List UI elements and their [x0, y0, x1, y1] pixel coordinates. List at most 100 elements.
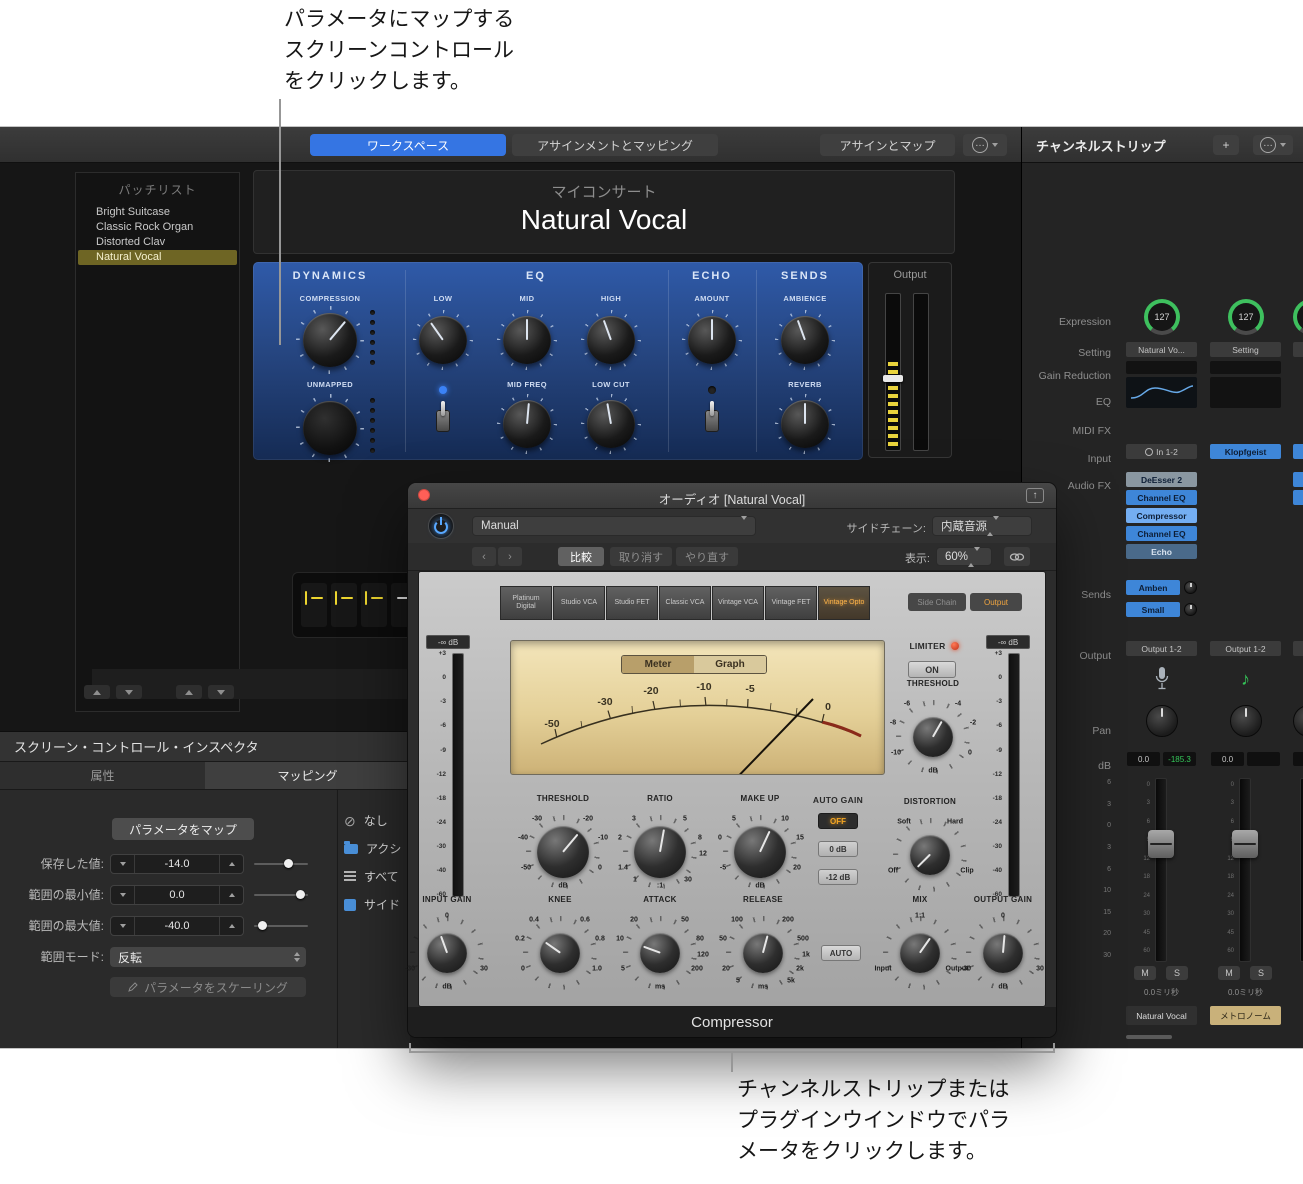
expression-knob[interactable]: 127 [1228, 299, 1264, 335]
tab-mapping[interactable]: マッピング [205, 762, 410, 790]
prev-preset-button[interactable]: ‹ [472, 547, 496, 566]
patch-up-button[interactable] [176, 685, 202, 699]
ambience-knob[interactable] [781, 316, 829, 364]
slot-partial[interactable] [1293, 472, 1303, 487]
input-slot[interactable]: In 1-2 [1126, 444, 1197, 459]
map-parameter-button[interactable]: パラメータをマップ [112, 818, 254, 840]
model-tab[interactable]: Vintage Opto [818, 586, 870, 620]
patch-list-item[interactable]: Classic Rock Organ [78, 220, 237, 235]
release-knob[interactable]: RELEASE 100 200 50 500 20 1k 2k 5 5k ms [713, 895, 813, 1003]
midi-fx-slot[interactable]: Klopfgeist [1210, 444, 1281, 459]
make-up-knob[interactable]: MAKE UP 5 10 0 15 -5 20 dB [710, 794, 810, 902]
output-view-button[interactable]: Output [970, 593, 1022, 611]
pan-knob[interactable] [1230, 705, 1262, 737]
compression-knob[interactable] [303, 313, 357, 367]
fader-cap[interactable] [1232, 830, 1258, 858]
toolbar-more-menu[interactable]: … [963, 134, 1007, 156]
stepper-up-icon[interactable] [219, 855, 243, 873]
audio-fx-slot[interactable]: Echo [1126, 544, 1197, 559]
tab-assignments-mappings[interactable]: アサインメントとマッピング [512, 134, 718, 156]
limiter-threshold-knob[interactable]: THRESHOLD -6 -4 -8 -2 -10 0 dB [883, 679, 983, 787]
model-tab[interactable]: Vintage VCA [712, 586, 764, 620]
strip-nameplate[interactable]: メトロノーム [1210, 1006, 1281, 1025]
output-slot[interactable]: Output 1-2 [1210, 641, 1281, 656]
settings-down-button[interactable] [116, 685, 142, 699]
compare-button[interactable]: 比較 [558, 547, 604, 566]
audio-fx-slot[interactable]: DeEsser 2 [1126, 472, 1197, 487]
range-min-stepper[interactable]: 0.0 [110, 885, 244, 905]
range-max-stepper[interactable]: -40.0 [110, 916, 244, 936]
preset-dropdown[interactable]: Manual [472, 516, 756, 536]
output-fader-cap[interactable] [883, 375, 903, 382]
range-max-slider-dot[interactable] [258, 921, 267, 930]
volume-value[interactable]: 0.0 [1211, 752, 1244, 766]
send-knob[interactable] [1184, 581, 1197, 594]
output-slot[interactable]: Output 1-2 [1126, 641, 1197, 656]
output-gain-knob[interactable]: OUTPUT GAIN 0 -30 30 dB [953, 895, 1053, 1003]
echo-amount-knob[interactable] [688, 316, 736, 364]
fader-track[interactable] [1239, 778, 1251, 962]
stepper-down-icon[interactable] [111, 886, 135, 904]
settings-up-button[interactable] [84, 685, 110, 699]
send-slot[interactable]: Small [1126, 602, 1180, 617]
stepper-down-icon[interactable] [111, 855, 135, 873]
channel-strip-more-menu[interactable]: … [1253, 135, 1293, 155]
stepper-down-icon[interactable] [111, 917, 135, 935]
redo-button[interactable]: やり直す [676, 547, 738, 566]
solo-button[interactable]: S [1250, 966, 1272, 980]
eq-low-knob[interactable] [419, 316, 467, 364]
next-preset-button[interactable]: › [498, 547, 522, 566]
strip-nameplate[interactable]: Natural Vocal [1126, 1006, 1197, 1025]
slot-partial[interactable] [1293, 641, 1303, 656]
range-mode-dropdown[interactable]: 反転 [110, 947, 306, 967]
model-tab[interactable]: Studio VCA [553, 586, 605, 620]
stepper-up-icon[interactable] [219, 886, 243, 904]
patch-list-item[interactable]: Natural Vocal [78, 250, 237, 265]
threshold-knob[interactable]: THRESHOLD -30 -20 -40 -10 -50 0 dB [513, 794, 613, 902]
release-auto-button[interactable]: AUTO [821, 945, 861, 961]
graph-tab[interactable]: Graph [694, 656, 766, 673]
view-zoom-dropdown[interactable]: 60% [936, 546, 992, 567]
tab-attributes[interactable]: 属性 [0, 762, 205, 790]
auto-gain-option[interactable]: 0 dB [818, 841, 858, 857]
eq-thumbnail[interactable] [1126, 377, 1197, 408]
stepper-up-icon[interactable] [219, 917, 243, 935]
audio-fx-slot[interactable]: Compressor [1126, 508, 1197, 523]
fader-cap[interactable] [1148, 830, 1174, 858]
attack-knob[interactable]: ATTACK 20 50 10 80 5 120 200 ms [610, 895, 710, 1003]
add-channel-strip-button[interactable]: + [1213, 135, 1239, 155]
power-button[interactable] [428, 513, 454, 539]
setting-button-partial[interactable] [1293, 342, 1303, 357]
auto-gain-option[interactable]: OFF [818, 813, 858, 829]
pan-knob[interactable] [1146, 705, 1178, 737]
side-chain-button[interactable]: Side Chain [908, 593, 966, 611]
link-button[interactable] [1004, 547, 1030, 566]
mute-button[interactable]: M [1134, 966, 1156, 980]
ratio-knob[interactable]: RATIO 3 5 2 8 1.4 12 30 1:1 [610, 794, 710, 902]
plugin-titlebar[interactable]: オーディオ [Natural Vocal] ↑ [408, 483, 1056, 509]
mute-button[interactable]: M [1218, 966, 1240, 980]
model-tab[interactable]: Classic VCA [659, 586, 711, 620]
reverb-knob[interactable] [781, 400, 829, 448]
setting-button[interactable]: Setting [1210, 342, 1281, 357]
knee-knob[interactable]: KNEE 0.4 0.6 0.2 0.8 0 1.0 [510, 895, 610, 1003]
expression-knob[interactable]: 127 [1144, 299, 1180, 335]
slot-partial[interactable] [1293, 490, 1303, 505]
mid-freq-knob[interactable] [503, 400, 551, 448]
solo-button[interactable]: S [1166, 966, 1188, 980]
eq-thumbnail[interactable] [1210, 377, 1281, 408]
low-cut-knob[interactable] [587, 400, 635, 448]
eq-mid-knob[interactable] [503, 316, 551, 364]
auto-gain-option[interactable]: -12 dB [818, 869, 858, 885]
assign-and-map-button[interactable]: アサインとマップ [820, 134, 955, 156]
patch-down-button[interactable] [208, 685, 234, 699]
popout-icon[interactable]: ↑ [1026, 488, 1044, 503]
send-knob[interactable] [1184, 603, 1197, 616]
fader-track[interactable] [1155, 778, 1167, 962]
patch-list-item[interactable]: Distorted Clav [78, 235, 237, 250]
mapping-item-all[interactable]: すべて [344, 868, 399, 885]
input-gain-knob[interactable]: INPUT GAIN 0 -30 30 dB [397, 895, 497, 1003]
pan-value[interactable]: -185.3 [1163, 752, 1196, 766]
unmapped-knob[interactable] [303, 401, 357, 455]
model-tab[interactable]: Platinum Digital [500, 586, 552, 620]
